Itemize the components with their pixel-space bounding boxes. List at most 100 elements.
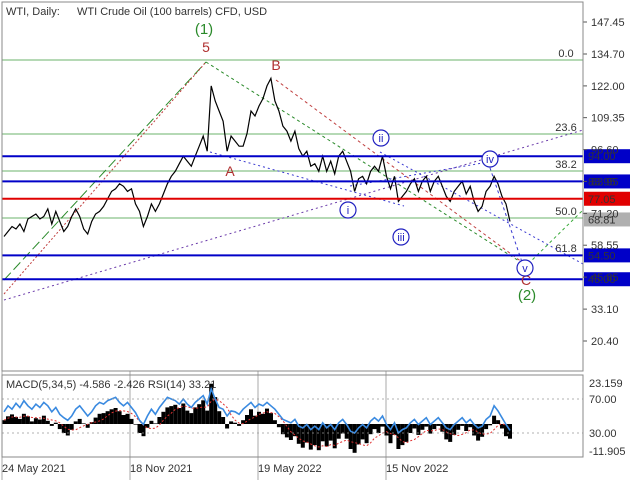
x-axis-tick-label: 18 Nov 2021: [130, 463, 192, 475]
macd-histogram-bar: [432, 424, 437, 430]
macd-histogram-bar: [6, 416, 10, 424]
macd-histogram-bar: [412, 424, 417, 429]
y-axis-tick-label: 71.20: [591, 208, 619, 220]
macd-histogram-bar: [436, 424, 441, 426]
macd-histogram-bar: [173, 404, 178, 424]
macd-histogram-bar: [25, 416, 30, 424]
macd-histogram-bar: [245, 415, 249, 424]
macd-histogram-bar: [456, 424, 461, 430]
macd-histogram-bar: [233, 422, 238, 424]
macd-histogram-bar: [508, 424, 512, 439]
wave-label-circled: iii: [397, 232, 404, 244]
wave-label-circled: ii: [379, 133, 384, 145]
macd-histogram-bar: [133, 424, 138, 425]
fibonacci-level-label: 38.2: [555, 159, 576, 171]
macd-histogram-bar: [165, 407, 170, 424]
chart-instrument: WTI, Daily:: [6, 6, 60, 18]
fibonacci-level-label: 61.8: [555, 243, 576, 255]
indicator-axis-label: -11.905: [589, 446, 626, 458]
macd-histogram-bar: [45, 420, 50, 424]
macd-histogram-bar: [217, 411, 222, 424]
macd-histogram-bar: [420, 424, 425, 430]
y-axis-tick-label: 83.95: [591, 176, 619, 188]
macd-histogram-bar: [101, 413, 106, 424]
macd-histogram-bar: [265, 408, 269, 424]
wave-label-minor: B: [271, 57, 280, 73]
chart-canvas: 0.023.638.250.061.8 94.0083.9577.0568.81…: [0, 0, 640, 480]
level-price-label: 77.05: [588, 194, 616, 206]
wave-label-minor: 5: [202, 39, 210, 55]
macd-histogram-bar: [113, 408, 118, 424]
macd-histogram-bar: [169, 406, 174, 424]
y-axis-tick-label: 109.35: [591, 113, 625, 125]
macd-histogram-bar: [125, 413, 130, 424]
macd-histogram-bar: [14, 417, 18, 424]
macd-histogram-bar: [225, 424, 230, 429]
macd-histogram-bar: [157, 417, 162, 424]
macd-histogram-bar: [484, 424, 489, 430]
macd-histogram-bar: [137, 424, 142, 433]
macd-histogram-bar: [129, 418, 134, 424]
wave-label-circled: v: [522, 263, 528, 275]
macd-histogram-bar: [205, 410, 210, 424]
macd-histogram-bar: [97, 413, 102, 424]
macd-histogram-bar: [237, 424, 242, 426]
macd-histogram-bar: [121, 415, 126, 424]
macd-histogram-bar: [53, 422, 58, 424]
macd-histogram-bar: [269, 413, 273, 424]
y-axis-tick-label: 147.45: [591, 17, 625, 29]
macd-histogram-bar: [380, 424, 385, 427]
macd-histogram-bar: [201, 400, 206, 424]
macd-histogram-bar: [81, 423, 86, 424]
macd-histogram-bar: [105, 411, 110, 424]
y-axis-tick-label: 122.00: [591, 81, 625, 93]
macd-histogram-bar: [460, 424, 465, 426]
macd-histogram-bar: [93, 417, 98, 424]
macd-histogram-bar: [372, 424, 377, 430]
indicator-title: MACD(5,34,5) -4.586 -2.426 RSI(14) 33.21: [6, 379, 216, 391]
macd-histogram-bar: [117, 411, 122, 424]
macd-histogram-bar: [153, 423, 158, 424]
wave-label-primary: (2): [518, 287, 536, 304]
chart-description: WTI Crude Oil (100 barrels) CFD, USD: [77, 6, 267, 18]
y-axis-tick-label: 33.10: [591, 304, 619, 316]
macd-histogram-bar: [185, 410, 190, 424]
y-axis-tick-label: 96.60: [591, 145, 619, 157]
fibonacci-level-label: 23.6: [555, 122, 576, 134]
macd-histogram-bar: [492, 415, 497, 424]
macd-histogram-bar: [229, 421, 234, 424]
macd-histogram-bar: [149, 420, 154, 424]
x-axis-tick-label: 19 May 2022: [258, 463, 322, 475]
macd-histogram-bar: [177, 408, 182, 424]
y-axis-tick-label: 45.85: [591, 272, 619, 284]
indicator-axis-label: 30.00: [589, 428, 617, 440]
macd-histogram-bar: [109, 409, 114, 424]
macd-histogram-bar: [488, 424, 493, 426]
fibonacci-level-label: 50.0: [555, 206, 576, 218]
wave-label-primary: (1): [195, 21, 213, 38]
macd-histogram-bar: [21, 413, 26, 424]
macd-histogram-bar: [161, 411, 166, 424]
macd-histogram-bar: [41, 415, 46, 424]
y-axis-tick-label: 58.55: [591, 240, 619, 252]
wave-label-circled: i: [347, 205, 349, 217]
macd-histogram-bar: [10, 414, 14, 424]
y-axis-tick-label: 20.40: [591, 336, 619, 348]
macd-histogram-bar: [33, 418, 38, 424]
chart-window: 0.0 23.6 38.2 50.0 61.8 94.00 83.95 77.05 68.81…: [0, 0, 640, 480]
wave-label-circled: iv: [486, 154, 494, 166]
macd-histogram-bar: [496, 420, 501, 424]
macd-histogram-bar: [29, 421, 34, 424]
macd-histogram-bar: [376, 424, 381, 433]
indicator-axis-label: 70.00: [589, 394, 617, 406]
fibonacci-level-label: 0.0: [558, 48, 573, 60]
macd-histogram-bar: [57, 424, 62, 430]
macd-histogram-bar: [424, 424, 429, 427]
macd-histogram-bar: [69, 424, 74, 430]
macd-histogram-bar: [17, 418, 22, 424]
macd-histogram-bar: [261, 413, 265, 424]
indicator-axis-label: 23.159: [589, 378, 623, 390]
macd-histogram-bar: [77, 418, 82, 424]
x-axis-tick-label: 24 May 2021: [2, 463, 66, 475]
macd-histogram-bar: [73, 421, 78, 424]
